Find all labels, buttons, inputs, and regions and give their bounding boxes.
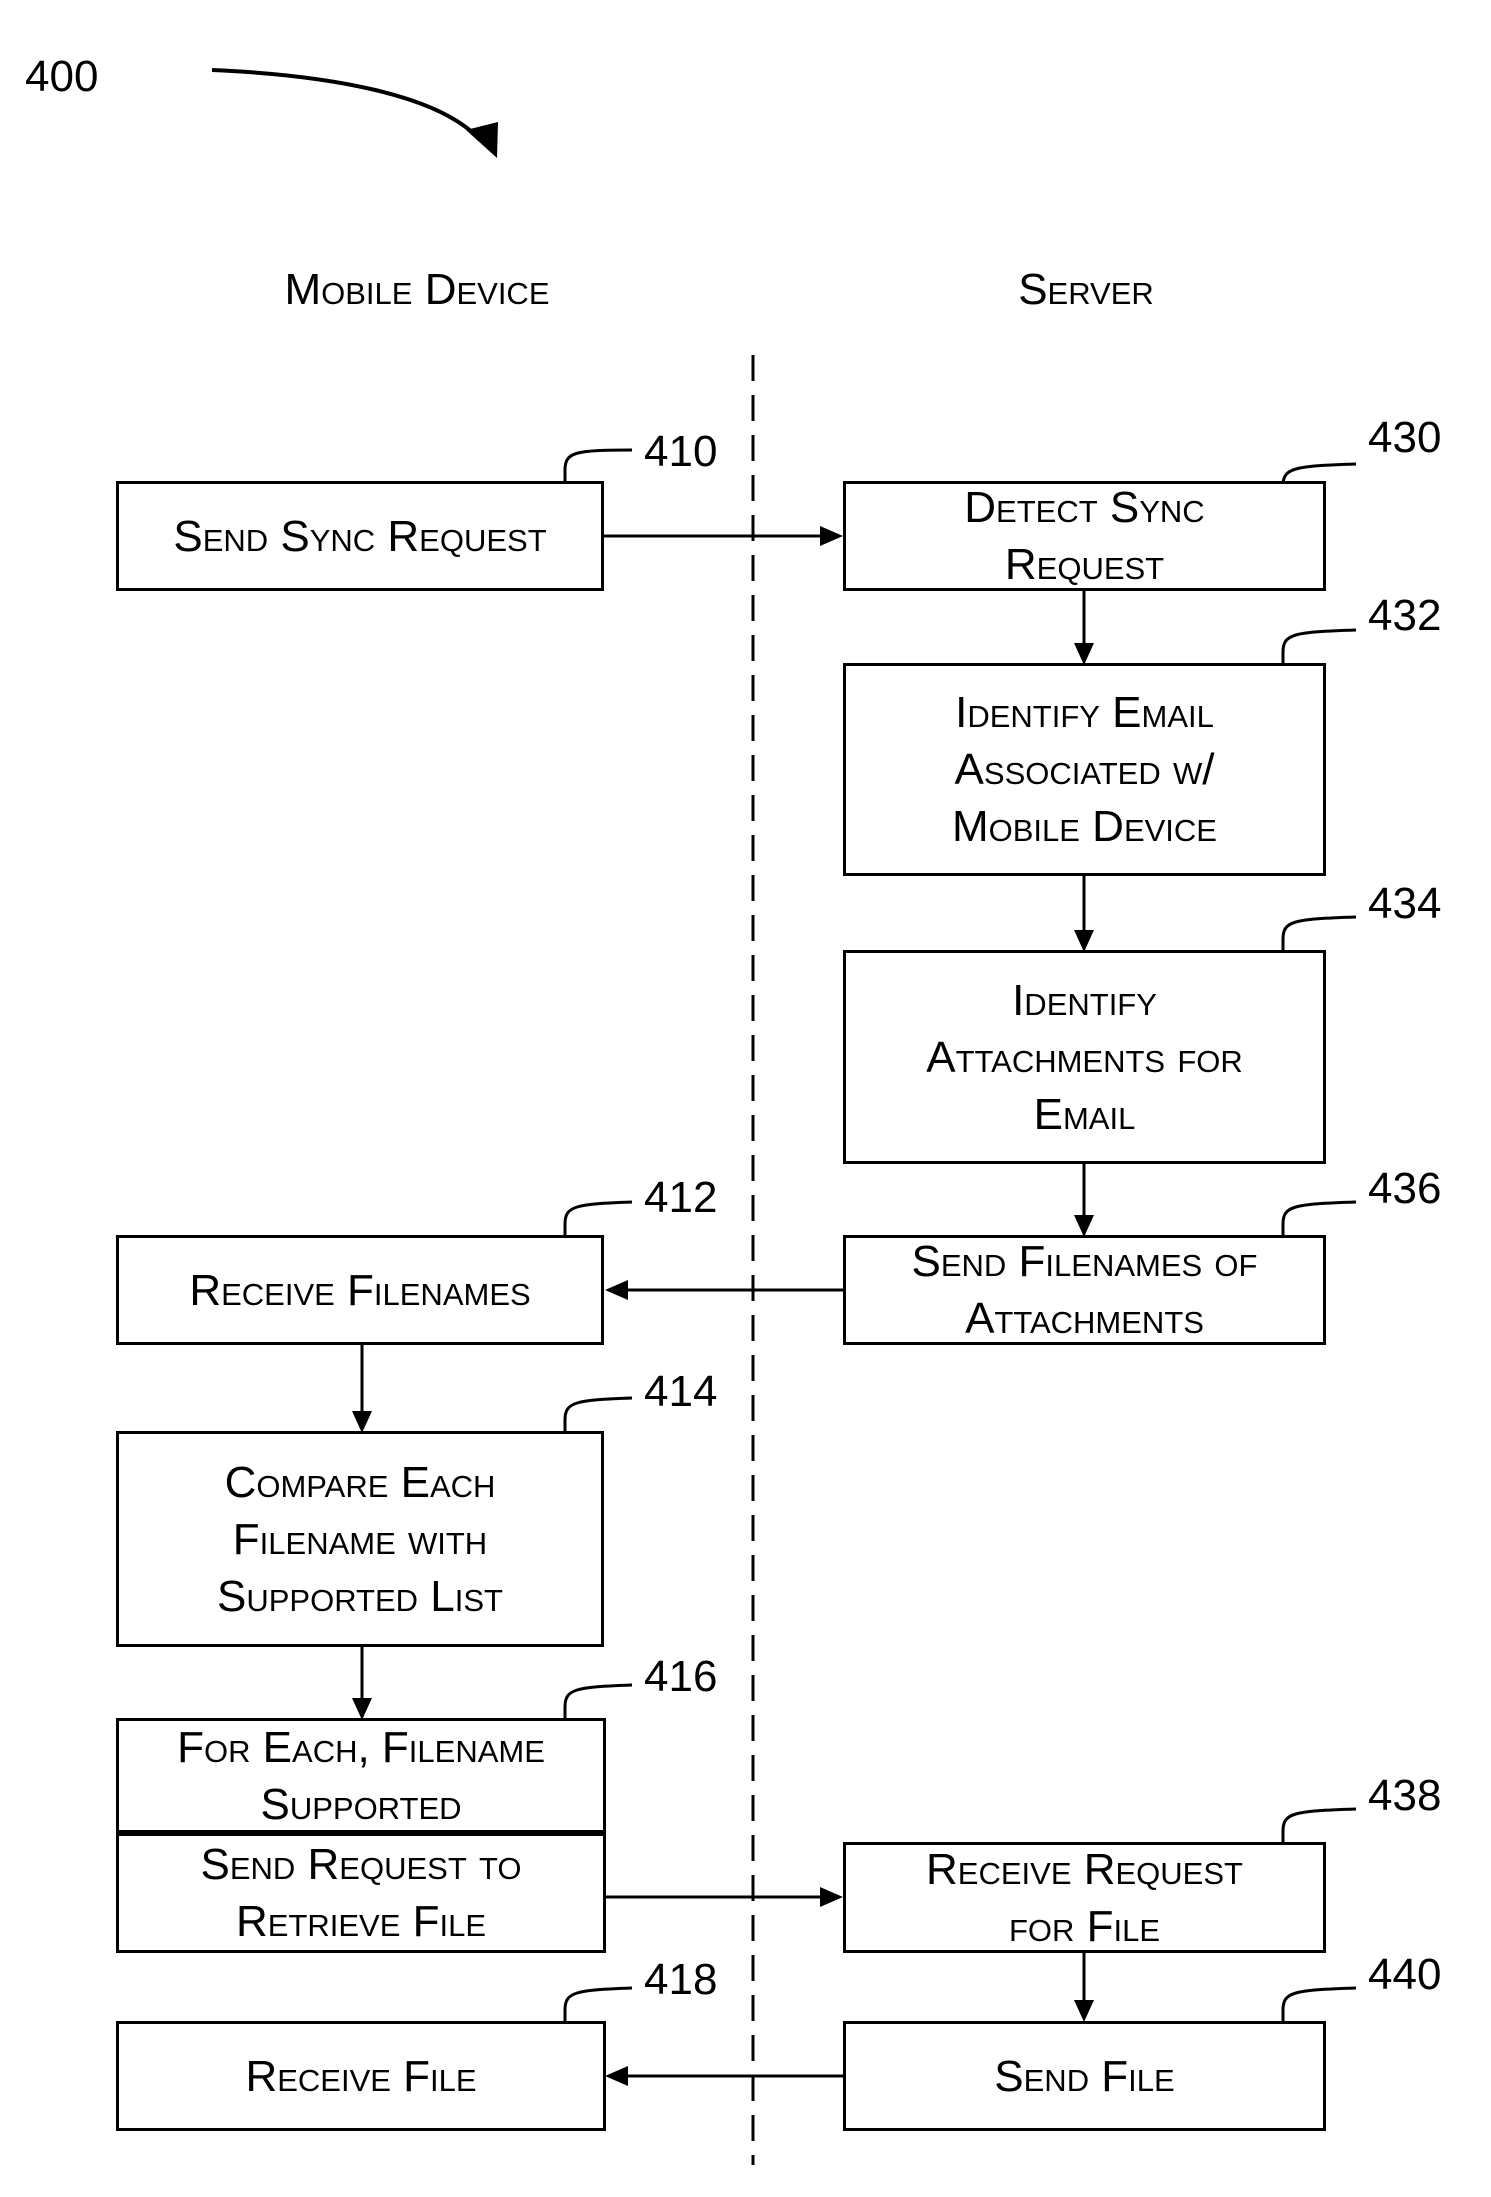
step-text: Receive Request (926, 1844, 1243, 1894)
ref-label-440: 440 (1368, 1950, 1442, 1999)
leader-418 (563, 1986, 633, 2021)
ref-label-416: 416 (644, 1652, 718, 1701)
figure-pointer-arrow (211, 68, 482, 142)
step-text: Attachments for (926, 1032, 1243, 1082)
ref-label-412: 412 (644, 1173, 718, 1222)
step-text: Associated w/ (954, 745, 1215, 794)
step-text: Detect Sync (964, 483, 1205, 532)
step-text: Send Sync Request (173, 511, 547, 561)
leader-440 (1281, 1986, 1357, 2021)
arrow-412-to-414 (352, 1345, 372, 1433)
step-text: Receive Filenames (189, 1265, 531, 1315)
step-text: Identify (1012, 975, 1157, 1025)
leader-438 (1281, 1807, 1357, 1842)
step-box-412-receive-filenames: Receive Filenames (116, 1235, 604, 1345)
ref-label-438: 438 (1368, 1771, 1442, 1820)
arrow-410-to-430 (604, 526, 843, 546)
arrow-430-to-432 (1074, 591, 1094, 665)
arrow-432-to-434 (1074, 876, 1094, 952)
arrow-416-to-438 (604, 1887, 843, 1907)
leader-432 (1281, 628, 1357, 663)
step-box-414-compare-filenames: Compare Each Filename with Supported Lis… (116, 1431, 604, 1647)
step-box-432-identify-email: Identify Email Associated w/ Mobile Devi… (843, 663, 1326, 876)
leader-434 (1281, 915, 1357, 950)
arrow-440-to-418 (605, 2066, 843, 2086)
leader-436 (1281, 1200, 1357, 1235)
step-text: Filename with (232, 1514, 488, 1564)
step-text: Send Filenames of (911, 1237, 1258, 1286)
step-box-438-receive-request: Receive Request for File (843, 1842, 1326, 1953)
step-text: Send File (994, 2051, 1175, 2101)
step-text: Supported (260, 1779, 462, 1829)
leader-414 (563, 1396, 633, 1431)
step-box-430-detect-sync-request: Detect Sync Request (843, 481, 1326, 591)
step-box-440-send-file: Send File (843, 2021, 1326, 2131)
ref-label-410: 410 (644, 427, 718, 476)
step-text: Retrieve File (235, 1897, 487, 1946)
action-section: Send Request to Retrieve File (119, 1836, 603, 1950)
ref-label-432: 432 (1368, 591, 1442, 640)
ref-label-418: 418 (644, 1955, 718, 2004)
step-text: For Each, Filename (177, 1722, 545, 1772)
step-text: Attachments (965, 1294, 1204, 1343)
step-box-418-receive-file: Receive File (116, 2021, 606, 2131)
column-title-mobile-device: Mobile Device (284, 265, 550, 314)
ref-label-436: 436 (1368, 1164, 1442, 1213)
arrow-434-to-436 (1074, 1164, 1094, 1237)
arrow-438-to-440 (1074, 1953, 1094, 2022)
column-title-server: Server (1018, 265, 1154, 314)
step-text: Email (1033, 1089, 1136, 1139)
figure-number: 400 (25, 52, 99, 101)
figure-pointer-arrowhead (466, 122, 498, 158)
arrow-414-to-416 (352, 1647, 372, 1720)
leader-412 (563, 1200, 633, 1235)
step-text: Send Request to (200, 1840, 522, 1889)
leader-410 (563, 448, 633, 481)
condition-section: For Each, Filename Supported (119, 1721, 603, 1836)
step-box-416-for-each-supported: For Each, Filename Supported Send Reques… (116, 1718, 606, 1953)
ref-label-414: 414 (644, 1367, 718, 1416)
step-text: Request (1004, 540, 1165, 589)
step-box-436-send-filenames: Send Filenames of Attachments (843, 1235, 1326, 1345)
step-text: Mobile Device (951, 802, 1217, 851)
step-box-434-identify-attachments: Identify Attachments for Email (843, 950, 1326, 1164)
arrow-436-to-412 (605, 1280, 843, 1300)
leader-416 (563, 1683, 633, 1718)
step-text: Supported List (217, 1571, 503, 1621)
step-text: Receive File (245, 2051, 477, 2101)
step-text: Identify Email (955, 688, 1214, 737)
ref-label-434: 434 (1368, 879, 1442, 928)
ref-label-430: 430 (1368, 413, 1442, 462)
step-box-410-send-sync-request: Send Sync Request (116, 481, 604, 591)
step-text: Compare Each (224, 1457, 496, 1507)
step-text: for File (1008, 1901, 1161, 1951)
